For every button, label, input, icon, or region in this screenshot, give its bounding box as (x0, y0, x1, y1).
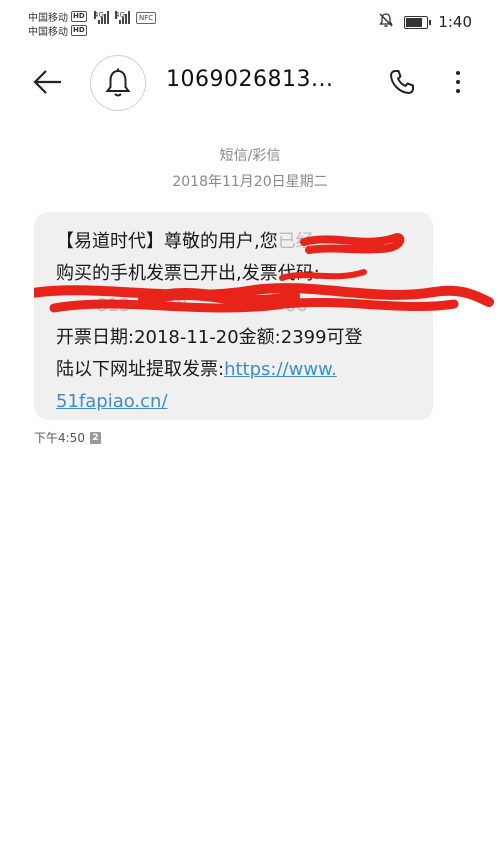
message-meta: 下午4:50 2 (34, 429, 101, 446)
battery-icon (404, 15, 432, 29)
sim-icon: 2 (89, 431, 101, 444)
status-bar: 中国移动 HD 中国移动 HD 4G 4G NFC 1:40 (0, 0, 500, 44)
invoice-link[interactable]: https://www. (224, 359, 337, 380)
carrier-1: 中国移动 HD (28, 9, 87, 24)
carrier-2: 中国移动 HD (28, 23, 87, 38)
signal-group: 4G 4G NFC (94, 11, 157, 24)
back-button[interactable] (28, 62, 68, 102)
network-type-label: 4G (94, 11, 104, 19)
carrier-1-label: 中国移动 (28, 13, 68, 24)
phone-icon (390, 70, 414, 94)
mute-icon (378, 12, 394, 32)
thread-date: 2018年11月20日星期二 (172, 174, 328, 190)
more-icon (456, 71, 460, 75)
status-right: 1:40 (378, 12, 472, 32)
back-arrow-icon (33, 70, 61, 94)
message-type-label: 短信/彩信 (219, 148, 281, 164)
message-line: 51fapiao.cn/ (56, 386, 416, 418)
nfc-icon: NFC (136, 12, 157, 24)
invoice-link-continued[interactable]: 51fapiao.cn/ (56, 391, 168, 412)
signal-icon: 4G (94, 11, 109, 24)
signal-icon: 4G (115, 11, 130, 24)
more-options-button[interactable] (445, 64, 471, 100)
call-button[interactable] (384, 64, 420, 100)
conversation-header: 1069026813... (0, 50, 500, 114)
hd-badge: HD (71, 11, 87, 22)
message-bubble[interactable]: 【易道时代】尊敬的用户,您已经 购买的手机发票已开出,发票代码: ······ … (34, 212, 494, 420)
message-time: 下午4:50 (34, 431, 85, 445)
contact-name: 1069026813... (166, 67, 334, 92)
clock: 1:40 (438, 13, 472, 31)
carrier-2-label: 中国移动 (28, 27, 68, 38)
bell-icon (105, 68, 131, 97)
hd-badge: HD (71, 25, 87, 36)
contact-avatar[interactable] (90, 55, 146, 111)
network-type-label: 4G (115, 11, 125, 19)
redaction-scribble (34, 233, 494, 313)
message-line: 陆以下网址提取发票:https://www. (56, 359, 337, 380)
